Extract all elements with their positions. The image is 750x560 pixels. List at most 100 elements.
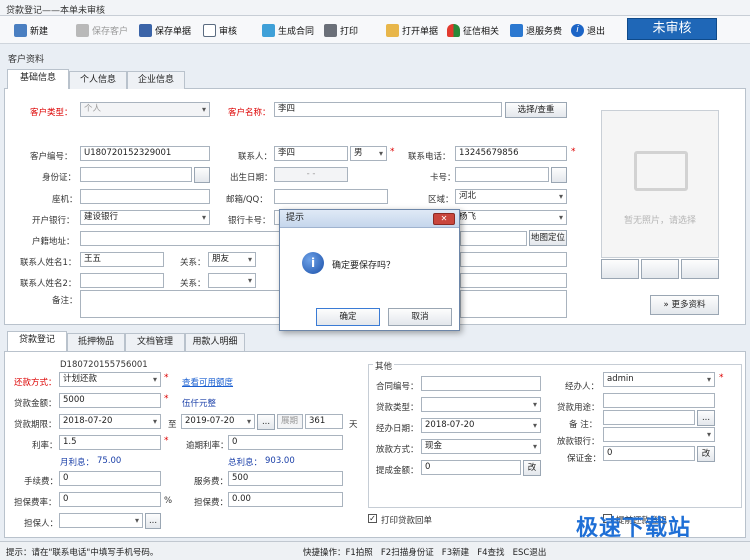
customer-type-select[interactable]: 个人	[80, 102, 210, 117]
birthday-input[interactable]: - -	[274, 167, 348, 182]
view-quota-link[interactable]: 查看可用额度	[182, 376, 233, 388]
print-receipt-label: 打印贷款回单	[381, 516, 433, 526]
id-card-input[interactable]	[80, 167, 192, 182]
guarantor-browse-button[interactable]: ...	[145, 513, 161, 529]
tab-documents[interactable]: 文档管理	[125, 333, 185, 351]
relation1-label: 关系：	[180, 258, 206, 268]
audit-icon	[203, 23, 216, 37]
tab-basic-info[interactable]: 基础信息	[7, 69, 69, 89]
gender-select[interactable]: 男	[350, 146, 387, 161]
handling-fee-input[interactable]: 0	[59, 471, 161, 486]
contact1-phone-input[interactable]	[460, 252, 567, 267]
credit-button[interactable]: 征信相关	[447, 21, 499, 39]
to-label: 至	[168, 420, 177, 430]
guarantee-fee-input[interactable]: 0.00	[228, 492, 343, 507]
customer-photo[interactable]: 暂无照片，请选择	[601, 110, 719, 258]
date-picker-button[interactable]: ...	[257, 414, 275, 430]
address-input[interactable]	[80, 231, 280, 246]
overdue-rate-input[interactable]: 0	[228, 435, 343, 450]
note-input[interactable]	[603, 410, 695, 425]
save-customer-button[interactable]: 保存客户	[76, 21, 128, 39]
map-locate-button[interactable]: 地图定位	[529, 230, 567, 246]
print-button[interactable]: 打印	[324, 21, 358, 39]
guarantee-rate-label: 担保费率：	[14, 498, 57, 508]
manager-date-input[interactable]: 2018-07-20	[421, 418, 541, 433]
tab-loan-register[interactable]: 贷款登记	[7, 331, 67, 351]
save-form-button[interactable]: 保存单据	[139, 21, 191, 39]
contact2-phone-input[interactable]	[460, 273, 567, 288]
email-qq-input[interactable]	[274, 189, 388, 204]
deposit2-input[interactable]: 0	[603, 446, 695, 461]
loan-type-label: 贷款类型：	[376, 403, 419, 413]
purpose-input[interactable]	[603, 393, 715, 408]
guarantee-rate-input[interactable]: 0	[59, 492, 161, 507]
confirm-dialog: 提示 ✕ i 确定要保存吗？ 确定 取消	[279, 209, 460, 331]
total-interest-label: 总利息：	[228, 458, 263, 468]
card-no-read-button[interactable]	[551, 167, 567, 183]
guarantor-select[interactable]	[59, 513, 143, 528]
open-form-button[interactable]: 打开单据	[386, 21, 438, 39]
tab-company-info[interactable]: 企业信息	[127, 71, 185, 89]
photo-button-3[interactable]	[681, 259, 719, 279]
tab-personal-info[interactable]: 个人信息	[69, 71, 127, 89]
phone-input[interactable]: 13245679856	[455, 146, 567, 161]
start-date-input[interactable]: 2018-07-20	[59, 414, 161, 429]
new-button[interactable]: 新建	[14, 21, 48, 39]
deposit-change-button[interactable]: 改	[523, 460, 541, 476]
printer-icon	[324, 23, 337, 37]
landline-input[interactable]	[80, 189, 210, 204]
contact1-input[interactable]: 王五	[80, 252, 164, 267]
contact2-input[interactable]	[80, 273, 164, 288]
relation2-select[interactable]	[208, 273, 256, 288]
print-receipt-checkbox[interactable]: ✓	[368, 514, 377, 523]
manager-select[interactable]: admin	[603, 372, 715, 387]
customer-name-input[interactable]: 李四	[274, 102, 502, 117]
note-browse-button[interactable]: ...	[697, 410, 715, 426]
relation1-select[interactable]: 朋友	[208, 252, 256, 267]
info-icon: i	[571, 23, 584, 37]
tab-borrower-detail[interactable]: 用款人明细	[185, 333, 245, 351]
service-fee-input[interactable]: 500	[228, 471, 343, 486]
dialog-cancel-button[interactable]: 取消	[388, 308, 452, 326]
deposit-input[interactable]: 0	[421, 460, 521, 475]
extend-input[interactable]: 展期	[277, 414, 303, 429]
refund-fee-button[interactable]: 退服务费	[510, 21, 562, 39]
deposit2-change-button[interactable]: 改	[697, 446, 715, 462]
phone-label: 联系电话：	[408, 152, 451, 162]
tab-collateral[interactable]: 抵押物品	[67, 333, 125, 351]
window-title: 贷款登记——本单未审核	[6, 6, 106, 16]
remark-textarea[interactable]	[80, 290, 280, 318]
card-no-input[interactable]	[455, 167, 549, 182]
bank-select[interactable]: 建设银行	[80, 210, 210, 225]
generate-contract-button[interactable]: 生成合同	[262, 21, 314, 39]
end-date-input[interactable]: 2019-07-20	[181, 414, 255, 429]
region-select[interactable]: 河北	[455, 189, 567, 204]
manager-label: 经办人：	[565, 382, 600, 392]
photo-button-1[interactable]	[601, 259, 639, 279]
dialog-ok-button[interactable]: 确定	[316, 308, 380, 326]
contract-no-input[interactable]	[421, 376, 541, 391]
days-input[interactable]: 361	[305, 414, 343, 429]
id-card-read-button[interactable]	[194, 167, 210, 183]
customer-code-input[interactable]: U180720152329001	[80, 146, 210, 161]
percent-unit: %	[164, 496, 173, 506]
photo-button-2[interactable]	[641, 259, 679, 279]
id-card-label: 身份证：	[42, 173, 77, 183]
disburse-bank-select[interactable]	[603, 427, 715, 442]
address-input-tail[interactable]	[460, 231, 527, 246]
remark-textarea-tail[interactable]	[460, 290, 567, 318]
disburse-method-select[interactable]: 现金	[421, 439, 541, 454]
rate-input[interactable]: 1.5	[59, 435, 161, 450]
close-icon[interactable]: ✕	[433, 213, 455, 225]
staff-select[interactable]: 杨飞	[455, 210, 567, 225]
repay-method-select[interactable]: 计划还款	[59, 372, 161, 387]
more-info-button[interactable]: » 更多资料	[650, 295, 719, 315]
customer-section-title: 客户资料	[8, 55, 45, 65]
amount-input[interactable]: 5000	[59, 393, 161, 408]
select-duplicate-button[interactable]: 选择/查重	[505, 102, 567, 118]
contact-input[interactable]: 李四	[274, 146, 348, 161]
audit-button[interactable]: 审核	[203, 21, 237, 39]
exit-button[interactable]: i 退出	[571, 21, 605, 39]
loan-type-select[interactable]	[421, 397, 541, 412]
overdue-rate-label: 逾期利率：	[186, 441, 229, 451]
